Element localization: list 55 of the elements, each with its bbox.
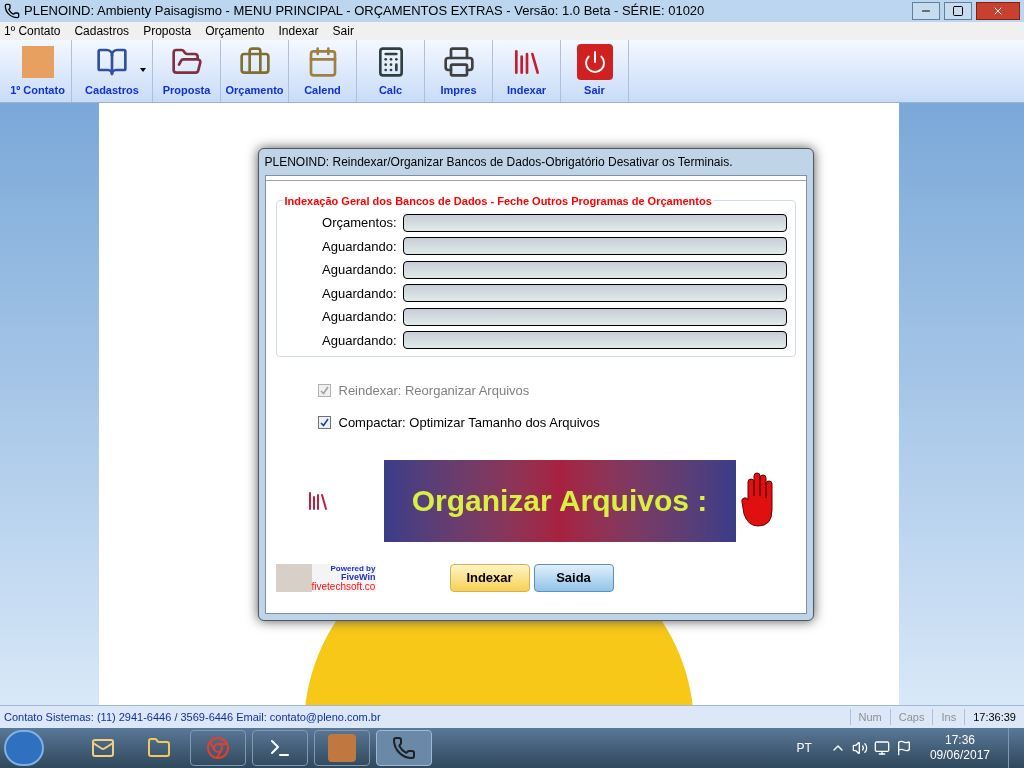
dropdown-caret-icon	[140, 68, 146, 72]
dialog-button[interactable]: Saida	[533, 564, 614, 592]
printer-icon	[442, 46, 475, 78]
flag-icon[interactable]	[895, 740, 912, 756]
app-icon	[4, 3, 20, 19]
powered-by-logo: Powered by FiveWin fivetechsoft.co	[275, 564, 376, 592]
start-button[interactable]	[4, 730, 44, 766]
taskbar-terminal-icon[interactable]	[252, 730, 308, 766]
toolbar-button[interactable]: Indexar	[493, 40, 561, 102]
checkbox[interactable]	[317, 415, 331, 429]
progress-label: Aguardando:	[321, 331, 397, 350]
progress-label: Aguardando:	[321, 261, 397, 279]
toolbar-button[interactable]: Sair	[561, 40, 629, 102]
toolbar-button[interactable]: Cadastros	[72, 40, 153, 102]
toolbar-button[interactable]: Orçamento	[221, 40, 289, 102]
menu-item[interactable]: Cadastros	[74, 22, 130, 40]
toolbar-button[interactable]: Proposta	[153, 40, 221, 102]
taskbar-app-icon[interactable]	[314, 730, 370, 766]
status-panel: Ins	[932, 708, 965, 726]
network-icon[interactable]	[873, 740, 890, 756]
banner: Organizar Arquivos :	[383, 460, 736, 542]
menu-item[interactable]: Orçamento	[205, 22, 265, 40]
toolbar-button[interactable]: Impres	[425, 40, 493, 102]
status-text: Contato Sistemas: (11) 2941-6446 / 3569-6446 Email: contato@pleno.com.br	[3, 709, 382, 725]
book-icon	[96, 46, 128, 78]
portrait-photo-placeholder	[21, 46, 54, 78]
menu-item[interactable]: Indexar	[278, 22, 319, 40]
close-icon	[992, 5, 1004, 17]
minimize-button[interactable]	[912, 2, 940, 20]
taskbar-browser-icon[interactable]	[190, 730, 246, 766]
clock[interactable]: 17:36 09/06/2017	[917, 733, 1002, 763]
dialog-button[interactable]: Indexar	[449, 564, 530, 592]
progress-label: Aguardando:	[321, 284, 397, 303]
menu-item[interactable]: Sair	[332, 22, 354, 40]
menu-item[interactable]: 1º Contato	[4, 22, 61, 40]
toolbar-button[interactable]: 1º Contato	[4, 40, 72, 102]
status-panel: 17:36:39	[964, 708, 1024, 726]
progress-label: Aguardando:	[321, 308, 397, 326]
language-indicator[interactable]: PT	[796, 739, 812, 757]
maximize-icon	[952, 5, 964, 17]
window-title: PLENOIND: Ambienty Paisagismo - MENU PRINCIPAL - ORÇAMENTOS EXTRAS - Versão: 1.0 Beta - SÉRIE: 01020	[24, 2, 705, 21]
checkbox-label: Compactar: Optimizar Tamanho dos Arquivos	[338, 413, 600, 432]
volume-icon[interactable]	[851, 740, 868, 756]
progress-label: Aguardando:	[321, 237, 397, 256]
toolbar-button[interactable]: Calend	[289, 40, 357, 102]
checkbox-label: Reindexar: Reorganizar Arquivos	[338, 382, 530, 400]
power-icon	[576, 44, 613, 80]
menu-item[interactable]: Proposta	[143, 22, 192, 40]
toolbar-button[interactable]: Calc	[357, 40, 425, 102]
status-panel: Num	[849, 708, 890, 726]
status-panel: Caps	[889, 708, 933, 726]
maximize-button[interactable]	[944, 2, 972, 20]
dialog-title: PLENOIND: Reindexar/Organizar Bancos de Dados-Obrigatório Desativar os Terminais.	[264, 154, 733, 171]
progress-label: Orçamentos:	[321, 214, 397, 232]
taskbar-phone-icon[interactable]	[376, 730, 432, 766]
